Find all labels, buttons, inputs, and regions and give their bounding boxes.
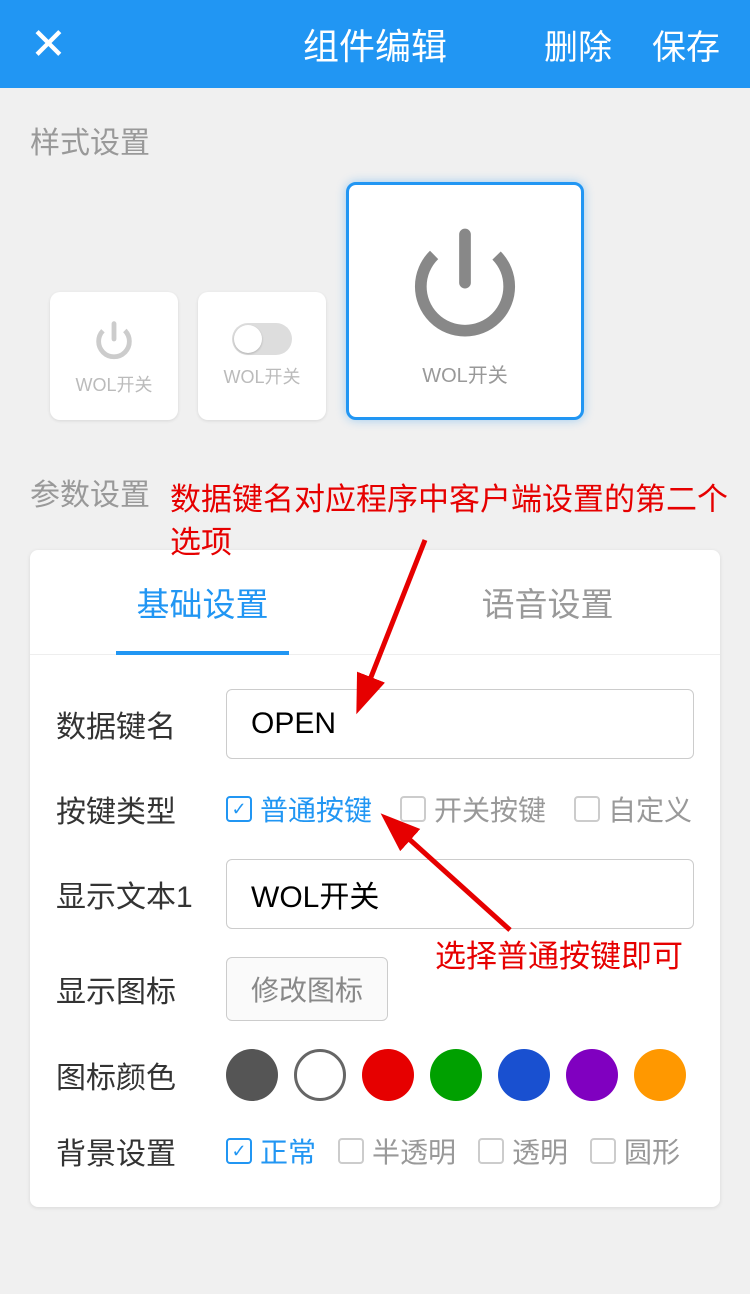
save-button[interactable]: 保存 bbox=[652, 20, 720, 69]
style-card-label: WOL开关 bbox=[422, 359, 508, 388]
swatch-red[interactable] bbox=[362, 1049, 414, 1101]
style-section-label: 样式设置 bbox=[0, 88, 750, 182]
option-custom-key[interactable]: ✓ 自定义 bbox=[574, 789, 692, 829]
row-bg-setting: 背景设置 ✓ 正常 ✓ 半透明 ✓ 透明 ✓ 圆形 bbox=[30, 1115, 720, 1207]
param-panel: 基础设置 语音设置 数据键名 按键类型 ✓ 普通按键 ✓ 开关按键 ✓ 自定义 … bbox=[30, 550, 720, 1207]
option-label: 透明 bbox=[512, 1131, 568, 1171]
swatch-orange[interactable] bbox=[634, 1049, 686, 1101]
bg-setting-label: 背景设置 bbox=[56, 1129, 226, 1173]
option-bg-transparent[interactable]: ✓ 透明 bbox=[478, 1131, 568, 1171]
row-key-type: 按键类型 ✓ 普通按键 ✓ 开关按键 ✓ 自定义 bbox=[30, 773, 720, 845]
data-key-input[interactable] bbox=[226, 689, 694, 759]
option-label: 圆形 bbox=[624, 1131, 680, 1171]
swatch-gray[interactable] bbox=[226, 1049, 278, 1101]
toggle-icon bbox=[232, 323, 292, 355]
option-bg-translucent[interactable]: ✓ 半透明 bbox=[338, 1131, 456, 1171]
row-icon-color: 图标颜色 bbox=[30, 1035, 720, 1115]
icon-color-label: 图标颜色 bbox=[56, 1053, 226, 1097]
change-icon-button[interactable]: 修改图标 bbox=[226, 957, 388, 1021]
display-text-input[interactable] bbox=[226, 859, 694, 929]
option-switch-key[interactable]: ✓ 开关按键 bbox=[400, 789, 546, 829]
row-display-text: 显示文本1 bbox=[30, 845, 720, 943]
power-icon bbox=[400, 215, 530, 345]
annotation-right: 选择普通按键即可 bbox=[435, 935, 683, 978]
param-section-label: 参数设置 bbox=[0, 440, 180, 534]
option-label: 正常 bbox=[260, 1131, 316, 1171]
option-label: 开关按键 bbox=[434, 789, 546, 829]
option-normal-key[interactable]: ✓ 普通按键 bbox=[226, 789, 372, 829]
display-icon-label: 显示图标 bbox=[56, 967, 226, 1011]
style-card-label: WOL开关 bbox=[75, 371, 152, 397]
delete-button[interactable]: 删除 bbox=[544, 20, 612, 69]
tab-basic[interactable]: 基础设置 bbox=[30, 550, 375, 654]
style-card-label: WOL开关 bbox=[223, 363, 300, 389]
swatch-purple[interactable] bbox=[566, 1049, 618, 1101]
row-data-key: 数据键名 bbox=[30, 655, 720, 773]
tab-voice[interactable]: 语音设置 bbox=[375, 550, 720, 654]
data-key-label: 数据键名 bbox=[56, 702, 226, 746]
option-label: 普通按键 bbox=[260, 789, 372, 829]
annotation-top: 数据键名对应程序中客户端设置的第二个选项 bbox=[170, 478, 750, 565]
swatch-blue[interactable] bbox=[498, 1049, 550, 1101]
key-type-options: ✓ 普通按键 ✓ 开关按键 ✓ 自定义 bbox=[226, 789, 694, 829]
style-card-toggle[interactable]: WOL开关 bbox=[198, 292, 326, 420]
header-actions: 删除 保存 bbox=[544, 20, 720, 69]
power-icon bbox=[90, 315, 138, 363]
tabs: 基础设置 语音设置 bbox=[30, 550, 720, 655]
page-title: 组件编辑 bbox=[303, 18, 447, 70]
option-label: 自定义 bbox=[608, 789, 692, 829]
style-card-power-large-selected[interactable]: WOL开关 bbox=[346, 182, 584, 420]
bg-options: ✓ 正常 ✓ 半透明 ✓ 透明 ✓ 圆形 bbox=[226, 1131, 694, 1171]
header-bar: ✕ 组件编辑 删除 保存 bbox=[0, 0, 750, 88]
color-swatches bbox=[226, 1049, 694, 1101]
close-icon[interactable]: ✕ bbox=[30, 19, 67, 70]
style-card-power-small[interactable]: WOL开关 bbox=[50, 292, 178, 420]
key-type-label: 按键类型 bbox=[56, 787, 226, 831]
swatch-green[interactable] bbox=[430, 1049, 482, 1101]
option-bg-normal[interactable]: ✓ 正常 bbox=[226, 1131, 316, 1171]
option-bg-circle[interactable]: ✓ 圆形 bbox=[590, 1131, 680, 1171]
style-options: WOL开关 WOL开关 WOL开关 bbox=[0, 182, 750, 440]
option-label: 半透明 bbox=[372, 1131, 456, 1171]
swatch-white[interactable] bbox=[294, 1049, 346, 1101]
display-text-label: 显示文本1 bbox=[56, 872, 226, 916]
